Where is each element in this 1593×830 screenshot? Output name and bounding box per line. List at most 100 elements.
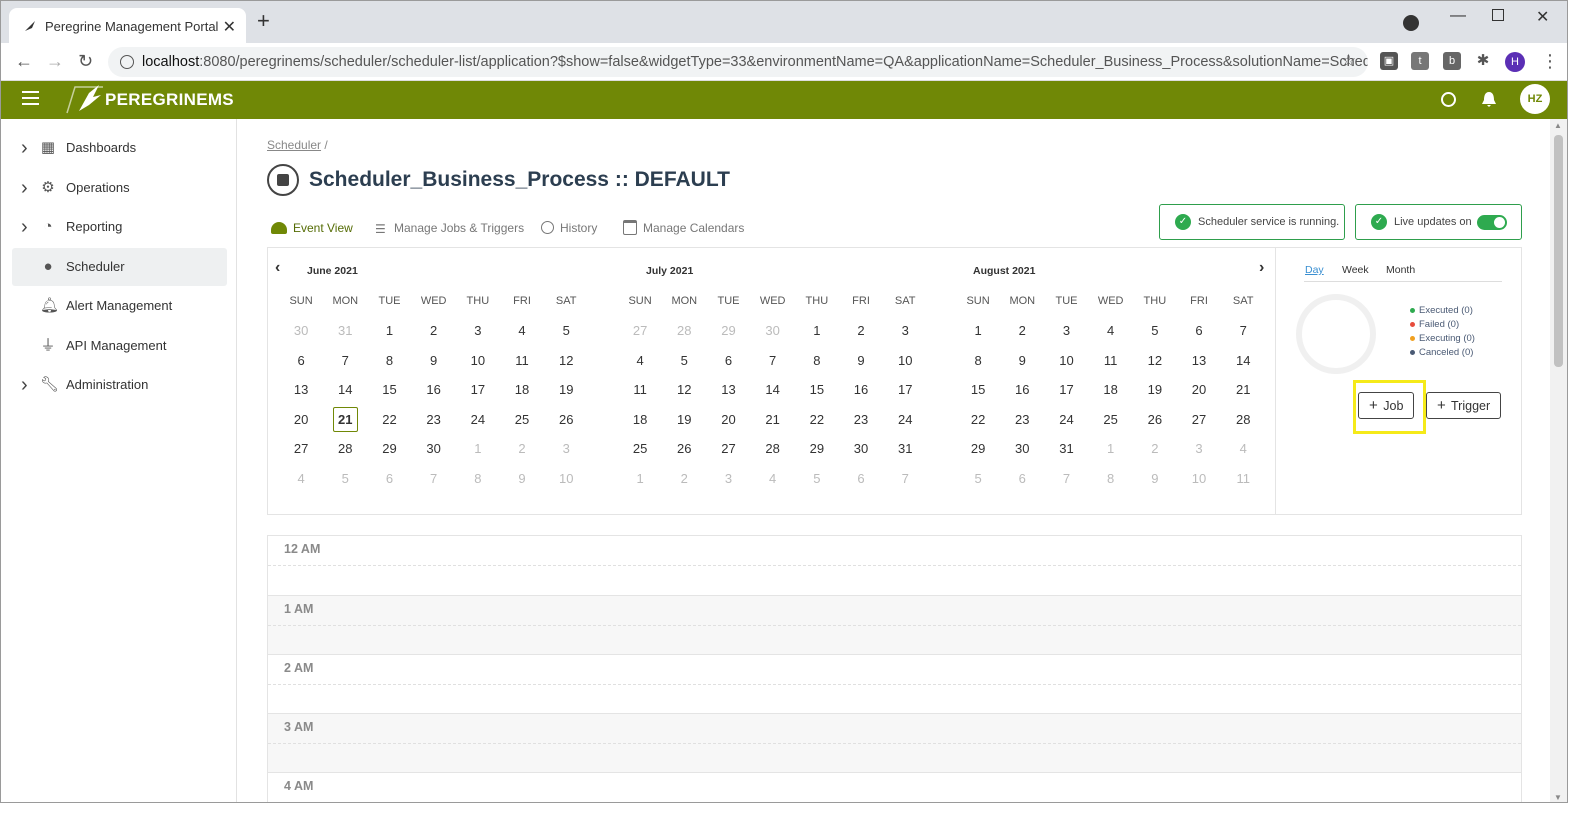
calendar-day[interactable]: 5: [1133, 316, 1177, 346]
calendar-day[interactable]: 31: [883, 434, 927, 464]
calendar-day[interactable]: 23: [839, 405, 883, 435]
stop-scheduler-button[interactable]: [267, 164, 299, 196]
calendar-day[interactable]: 15: [367, 375, 411, 405]
calendar-day[interactable]: 10: [456, 346, 500, 376]
back-icon[interactable]: ←: [15, 51, 33, 71]
calendar-day[interactable]: 25: [1089, 405, 1133, 435]
calendar-day[interactable]: 28: [1221, 405, 1265, 435]
calendar-day[interactable]: 2: [412, 316, 456, 346]
live-updates-toggle[interactable]: [1477, 215, 1507, 230]
reload-icon[interactable]: ↻: [78, 51, 93, 71]
breadcrumb-scheduler-link[interactable]: Scheduler: [267, 138, 321, 152]
sidebar-item-operations[interactable]: › ⚙ Operations: [12, 169, 227, 207]
calendar-day[interactable]: 20: [279, 405, 323, 435]
calendar-day[interactable]: 9: [412, 346, 456, 376]
calendar-day[interactable]: 5: [956, 464, 1000, 494]
url-field[interactable]: localhost:8080/peregrinems/scheduler/sch…: [108, 47, 1368, 77]
calendar-day[interactable]: 5: [795, 464, 839, 494]
sidebar-item-dashboards[interactable]: › ▦ Dashboards: [12, 129, 227, 167]
calendar-day[interactable]: 24: [456, 405, 500, 435]
calendar-day[interactable]: 20: [1177, 375, 1221, 405]
calendar-day[interactable]: 11: [1221, 464, 1265, 494]
calendar-day[interactable]: 9: [839, 346, 883, 376]
view-mode-day[interactable]: Day: [1305, 264, 1324, 276]
browser-menu-icon[interactable]: ⋮: [1541, 51, 1559, 71]
calendar-day[interactable]: 26: [544, 405, 588, 435]
scroll-up-icon[interactable]: ▲: [1554, 121, 1562, 130]
new-tab-icon[interactable]: +: [257, 10, 270, 32]
calendar-day[interactable]: 1: [956, 316, 1000, 346]
calendar-day[interactable]: 21: [751, 405, 795, 435]
calendar-day[interactable]: 8: [456, 464, 500, 494]
calendar-day[interactable]: 5: [323, 464, 367, 494]
maximize-icon[interactable]: [1492, 9, 1504, 21]
view-mode-week[interactable]: Week: [1342, 264, 1369, 276]
tab-search-icon[interactable]: [1403, 15, 1419, 31]
calendar-day[interactable]: 17: [456, 375, 500, 405]
calendar-day[interactable]: 6: [279, 346, 323, 376]
sidebar-item-api-management[interactable]: ⏚ API Management: [12, 327, 227, 365]
calendar-day[interactable]: 14: [1221, 346, 1265, 376]
hour-slot[interactable]: 3 AM: [268, 713, 1521, 772]
calendar-day[interactable]: 26: [1133, 405, 1177, 435]
scroll-down-icon[interactable]: ▼: [1554, 793, 1562, 802]
calendar-day[interactable]: 9: [1133, 464, 1177, 494]
calendar-day[interactable]: 29: [795, 434, 839, 464]
site-info-icon[interactable]: [120, 55, 134, 69]
scrollbar-thumb[interactable]: [1554, 135, 1563, 367]
chevron-right-icon[interactable]: ›: [21, 208, 28, 246]
calendar-day[interactable]: 6: [1177, 316, 1221, 346]
calendar-day[interactable]: 30: [839, 434, 883, 464]
calendar-day[interactable]: 17: [883, 375, 927, 405]
calendar-day[interactable]: 16: [412, 375, 456, 405]
calendar-day[interactable]: 12: [662, 375, 706, 405]
calendar-day[interactable]: 7: [883, 464, 927, 494]
calendar-day[interactable]: 3: [706, 464, 750, 494]
calendar-day[interactable]: 22: [956, 405, 1000, 435]
calendar-day[interactable]: 27: [706, 434, 750, 464]
calendar-day[interactable]: 28: [751, 434, 795, 464]
hour-slot[interactable]: 1 AM: [268, 595, 1521, 654]
sidebar-item-scheduler[interactable]: ● Scheduler: [12, 247, 227, 286]
calendar-day[interactable]: 6: [367, 464, 411, 494]
calendar-day[interactable]: 9: [500, 464, 544, 494]
calendar-day[interactable]: 8: [1089, 464, 1133, 494]
page-scrollbar[interactable]: ▲ ▼: [1550, 119, 1567, 802]
hour-slot[interactable]: 2 AM: [268, 654, 1521, 713]
calendar-day[interactable]: 12: [544, 346, 588, 376]
calendar-day[interactable]: 7: [1221, 316, 1265, 346]
calendar-day[interactable]: 10: [1177, 464, 1221, 494]
calendar-day[interactable]: 3: [456, 316, 500, 346]
calendar-day[interactable]: 2: [1000, 316, 1044, 346]
calendar-day[interactable]: 23: [412, 405, 456, 435]
bookmark-star-icon[interactable]: ☆: [1341, 51, 1356, 71]
calendar-day[interactable]: 4: [500, 316, 544, 346]
calendar-day[interactable]: 1: [456, 434, 500, 464]
calendar-day[interactable]: 25: [618, 434, 662, 464]
calendar-day[interactable]: 20: [706, 405, 750, 435]
calendar-day[interactable]: 14: [751, 375, 795, 405]
hour-slot[interactable]: 12 AM: [268, 536, 1521, 595]
calendar-day[interactable]: 9: [1000, 346, 1044, 376]
calendar-day[interactable]: 3: [544, 434, 588, 464]
calendar-day[interactable]: 25: [500, 405, 544, 435]
calendar-day[interactable]: 27: [279, 434, 323, 464]
calendar-day[interactable]: 29: [706, 316, 750, 346]
calendar-day[interactable]: 4: [279, 464, 323, 494]
forward-icon[interactable]: →: [46, 51, 64, 71]
chevron-right-icon[interactable]: ›: [21, 129, 28, 167]
calendar-day[interactable]: 29: [956, 434, 1000, 464]
calendar-day[interactable]: 30: [279, 316, 323, 346]
hamburger-menu-icon[interactable]: [22, 91, 39, 105]
calendar-day[interactable]: 7: [751, 346, 795, 376]
calendar-day[interactable]: 18: [618, 405, 662, 435]
calendar-day[interactable]: 24: [1044, 405, 1088, 435]
profile-avatar[interactable]: H: [1505, 52, 1525, 72]
calendar-day[interactable]: 27: [618, 316, 662, 346]
calendar-day[interactable]: 7: [412, 464, 456, 494]
sidebar-item-reporting[interactable]: › ◔ Reporting: [12, 208, 227, 246]
browser-tab[interactable]: Peregrine Management Portal ✕: [9, 8, 246, 43]
calendar-day[interactable]: 3: [883, 316, 927, 346]
calendar-day[interactable]: 11: [618, 375, 662, 405]
chevron-right-icon[interactable]: ›: [21, 169, 28, 207]
